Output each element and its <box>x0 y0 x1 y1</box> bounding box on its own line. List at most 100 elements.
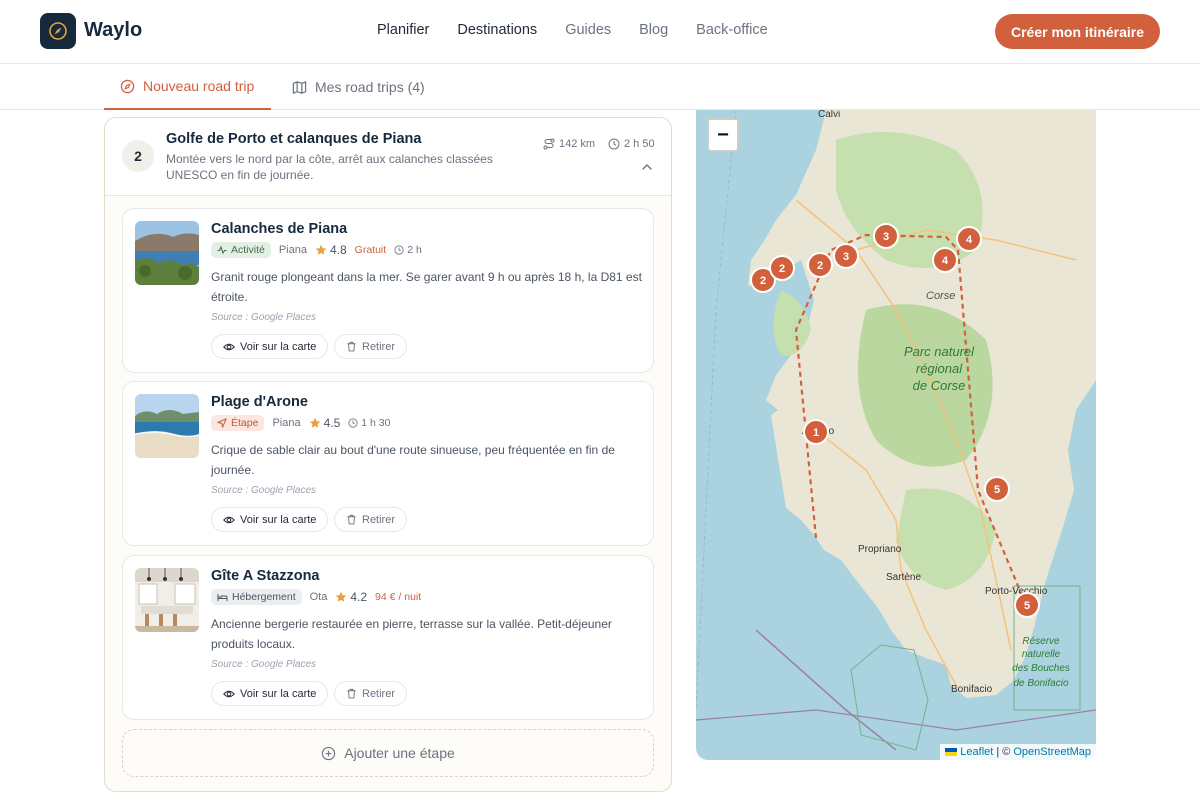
stop-meta: Activité Piana 4.8 Gratuit 2 h <box>211 242 422 258</box>
duration-value: 2 h <box>407 244 422 256</box>
create-itinerary-button[interactable]: Créer mon itinéraire <box>995 14 1160 49</box>
stop-rating: 4.8 <box>315 243 347 257</box>
day-panel: 2 Golfe de Porto et calanques de Piana M… <box>104 117 672 792</box>
leaflet-link[interactable]: Leaflet <box>960 746 993 758</box>
stop-photo <box>135 221 199 285</box>
trash-icon <box>347 514 356 525</box>
view-on-map-button[interactable]: Voir sur la carte <box>211 507 329 532</box>
tab-new-road-trip[interactable]: Nouveau road trip <box>104 64 271 110</box>
map-marker[interactable]: 2 <box>807 252 833 278</box>
marker-number: 3 <box>883 231 889 243</box>
map-label-calvi: Calvi <box>818 110 840 120</box>
day-distance: 142 km <box>543 138 595 150</box>
stop-card: Calanches de Piana Activité Piana 4.8 Gr… <box>122 208 654 373</box>
view-on-map-button[interactable]: Voir sur la carte <box>211 681 329 706</box>
stop-place: Piana <box>278 244 307 256</box>
marker-number: 5 <box>994 484 1000 496</box>
star-icon <box>315 244 327 255</box>
map-marker[interactable]: 5 <box>984 476 1010 502</box>
stop-meta: Étape Piana 4.5 1 h 30 <box>211 415 390 431</box>
day-stops-list: Calanches de Piana Activité Piana 4.8 Gr… <box>105 197 671 791</box>
marker-number: 4 <box>966 234 973 246</box>
tab-bar: Nouveau road trip Mes road trips (4) <box>0 64 1200 110</box>
category-badge: Hébergement <box>211 589 302 605</box>
plus-circle-icon <box>322 746 336 760</box>
brand-name[interactable]: Waylo <box>84 19 142 42</box>
eye-icon <box>223 516 235 523</box>
marker-number: 5 <box>1024 600 1030 612</box>
map-canvas[interactable]: Calvi Corse Parc naturel régional de Cor… <box>696 110 1096 760</box>
stop-price: Gratuit <box>354 244 387 256</box>
map-label-reserve-1: Réserve <box>1022 636 1060 647</box>
nav-blog[interactable]: Blog <box>639 22 668 38</box>
compass-logo-icon[interactable] <box>40 13 76 49</box>
category-badge: Étape <box>211 415 265 431</box>
marine-boundary <box>696 110 737 711</box>
map-icon <box>292 80 307 94</box>
duration-value: 1 h 30 <box>361 417 391 429</box>
eye-icon <box>223 690 235 697</box>
map-marker[interactable]: 4 <box>932 247 958 273</box>
stop-title: Gîte A Stazzona <box>211 568 320 584</box>
clock-icon <box>348 418 358 428</box>
stop-source: Source : Google Places <box>211 485 317 496</box>
category-label: Étape <box>231 417 259 429</box>
eye-icon <box>223 343 235 350</box>
day-description: Montée vers le nord par la côte, arrêt a… <box>166 152 493 182</box>
stop-description: Granit rouge plongeant dans la mer. Se g… <box>211 270 642 304</box>
stop-duration: 1 h 30 <box>348 417 390 429</box>
remove-button[interactable]: Retirer <box>334 507 408 532</box>
day-header[interactable]: 2 Golfe de Porto et calanques de Piana M… <box>105 118 671 196</box>
map-label-corse: Corse <box>926 290 955 302</box>
attribution-separator: | © <box>996 746 1011 758</box>
category-label: Hébergement <box>232 591 296 603</box>
map-marker[interactable]: 3 <box>873 223 899 249</box>
view-on-map-label: Voir sur la carte <box>240 340 317 353</box>
nav-back-office[interactable]: Back-office <box>696 22 767 38</box>
tab-mine-label: Mes road trips (4) <box>315 79 425 95</box>
stop-source: Source : Google Places <box>211 312 317 323</box>
rating-value: 4.2 <box>350 590 368 604</box>
day-distance-value: 142 km <box>559 138 596 150</box>
map-marker[interactable]: 3 <box>833 243 859 269</box>
stop-place: Piana <box>272 417 301 429</box>
map-label-reserve-3: des Bouches <box>1012 663 1070 674</box>
map-marker[interactable]: 1 <box>803 419 829 445</box>
map-marker[interactable]: 5 <box>1014 592 1040 618</box>
marker-number: 2 <box>817 260 823 272</box>
map-label-propriano: Propriano <box>858 544 902 555</box>
map-label-reserve-4: de Bonifacio <box>1013 678 1068 689</box>
nav-guides[interactable]: Guides <box>565 22 611 38</box>
day-duration-value: 2 h 50 <box>624 138 655 150</box>
rating-value: 4.8 <box>329 243 347 257</box>
remove-button[interactable]: Retirer <box>334 681 408 706</box>
map-marker[interactable]: 2 <box>769 255 795 281</box>
marker-number: 3 <box>843 251 849 263</box>
map-label-parc-2: régional <box>916 361 963 376</box>
map-marker[interactable]: 4 <box>956 226 982 252</box>
stop-description: Ancienne bergerie restaurée en pierre, t… <box>211 617 612 651</box>
zoom-out-button[interactable]: − <box>707 118 739 152</box>
stop-price: 94 € / nuit <box>375 591 422 603</box>
tab-new-label: Nouveau road trip <box>143 78 255 94</box>
openstreetmap-link[interactable]: OpenStreetMap <box>1013 746 1091 758</box>
add-stop-button[interactable]: Ajouter une étape <box>122 729 654 777</box>
stop-source: Source : Google Places <box>211 659 317 670</box>
remove-button[interactable]: Retirer <box>334 334 408 359</box>
map-label-parc-1: Parc naturel <box>904 344 975 359</box>
clock-icon <box>394 245 404 255</box>
bed-icon <box>217 594 228 601</box>
map-label-parc-3: de Corse <box>913 378 966 393</box>
chevron-up-icon[interactable] <box>640 160 654 174</box>
route-icon <box>543 138 555 150</box>
marker-number: 2 <box>760 275 766 287</box>
nav-destinations[interactable]: Destinations <box>457 22 537 38</box>
nav-planifier[interactable]: Planifier <box>377 22 429 38</box>
route-map[interactable]: Calvi Corse Parc naturel régional de Cor… <box>696 110 1096 760</box>
remove-label: Retirer <box>362 687 396 700</box>
stop-rating: 4.2 <box>335 590 367 604</box>
view-on-map-button[interactable]: Voir sur la carte <box>211 334 329 359</box>
tab-my-road-trips[interactable]: Mes road trips (4) <box>292 64 425 110</box>
clock-icon <box>608 138 620 150</box>
map-label-bonifacio: Bonifacio <box>951 684 993 695</box>
